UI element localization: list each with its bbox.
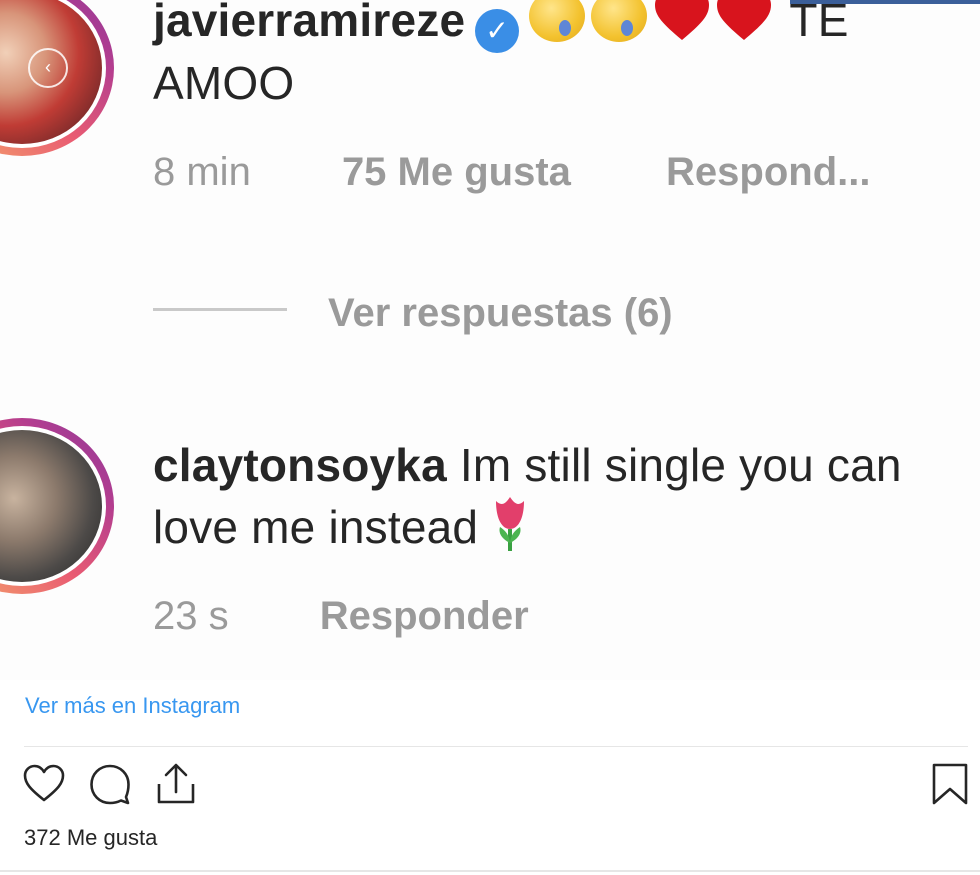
see-more-on-instagram-link[interactable]: Ver más en Instagram — [25, 693, 240, 719]
footer-divider — [24, 746, 968, 747]
replies-divider — [153, 308, 287, 311]
comment-time: 8 min — [153, 150, 251, 194]
bottom-divider — [0, 870, 980, 872]
comments-screenshot: ‹ javierramireze ✓ TE AMOO 8 min 75 Me gu… — [0, 0, 980, 680]
avatar-claytonsoyka[interactable] — [0, 418, 114, 594]
comment-meta-row: 8 min 75 Me gusta Respond... — [153, 150, 870, 195]
comment-username[interactable]: javierramireze — [153, 0, 465, 46]
verified-icon: ✓ — [475, 9, 520, 53]
comment-claytonsoyka: claytonsoyka Im still single you can lov… — [153, 435, 953, 557]
tulip-emoji-icon — [496, 497, 525, 551]
red-heart-emoji-icon — [655, 0, 710, 40]
reply-button[interactable]: Responder — [320, 594, 529, 639]
reply-button[interactable]: Respond... — [666, 150, 870, 195]
view-replies-button[interactable]: Ver respuestas (6) — [328, 291, 673, 336]
comment-javierramireze: javierramireze ✓ TE AMOO — [153, 0, 963, 113]
sleepy-emoji-icon — [529, 0, 586, 42]
post-likes-count[interactable]: 372 Me gusta — [24, 825, 157, 851]
story-back-icon[interactable]: ‹ — [28, 48, 68, 88]
heart-icon[interactable] — [22, 762, 66, 806]
bookmark-icon[interactable] — [930, 762, 970, 806]
comment-icon[interactable] — [88, 762, 132, 806]
red-heart-emoji-icon — [717, 0, 772, 40]
sleepy-emoji-icon — [591, 0, 648, 42]
share-icon[interactable] — [154, 762, 198, 806]
comment-likes[interactable]: 75 Me gusta — [342, 150, 571, 195]
comment-username[interactable]: claytonsoyka — [153, 439, 447, 491]
comment-meta-row: 23 s Responder — [153, 594, 529, 639]
comment-time: 23 s — [153, 594, 229, 638]
